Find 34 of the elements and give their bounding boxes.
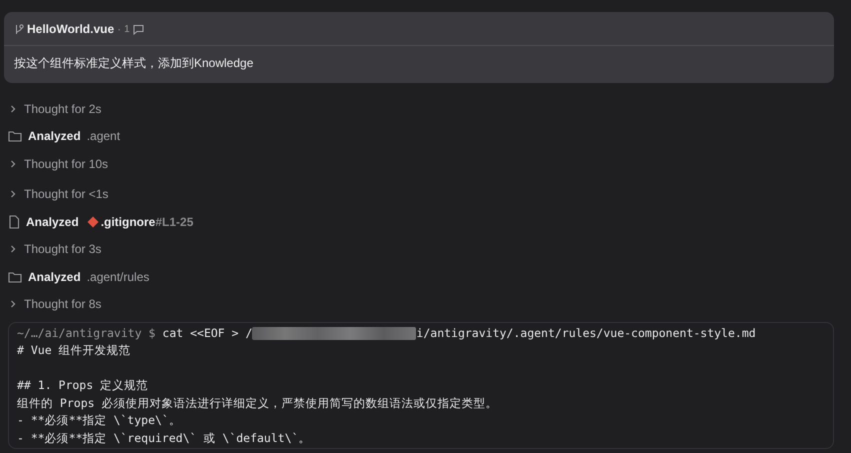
- analyzed-label: Analyzed: [26, 214, 79, 229]
- terminal-line: - **必须**指定 \`required\` 或 \`default\`。: [17, 430, 312, 446]
- file-path[interactable]: .agent: [86, 129, 120, 144]
- file-path[interactable]: .agent/rules: [86, 270, 150, 284]
- chevron-right-icon: [8, 189, 18, 200]
- file-name: HelloWorld.vue: [27, 22, 114, 36]
- chevron-right-icon: [8, 104, 18, 114]
- folder-icon: [8, 130, 22, 142]
- terminal-line: # Vue 组件开发规范: [17, 342, 132, 359]
- git-icon: [86, 216, 99, 228]
- analyzed-label: Analyzed: [28, 270, 81, 284]
- branch-icon: [14, 24, 24, 34]
- terminal-prompt: ~/…/ai/antigravity $: [17, 326, 156, 340]
- separator-dot: ·: [117, 22, 122, 36]
- thought-toggle[interactable]: Thought for 8s: [24, 297, 102, 312]
- comment-icon: [132, 24, 144, 34]
- command-text: i/antigravity/.agent/rules/vue-component-style.md: [416, 326, 756, 340]
- folder-icon: [8, 270, 22, 283]
- terminal-line: - **必须**指定 \`type\`。: [17, 412, 182, 429]
- analyzed-label: Analyzed: [28, 129, 81, 144]
- file-icon: [8, 214, 20, 229]
- thought-toggle[interactable]: Thought for 10s: [24, 156, 108, 171]
- chevron-right-icon: [8, 244, 18, 254]
- message-text: 按这个组件标准定义样式，添加到Knowledge: [13, 55, 254, 72]
- thought-toggle[interactable]: Thought for 2s: [24, 102, 102, 116]
- thought-toggle[interactable]: Thought for <1s: [24, 187, 108, 202]
- terminal-line: 组件的 Props 必须使用对象语法进行详细定义，严禁使用简写的数组语法或仅指定类型。: [17, 394, 498, 412]
- terminal-line: ## 1. Props 定义规范: [17, 377, 150, 394]
- file-path[interactable]: .gitignore#L1-25: [100, 214, 194, 229]
- comment-count: 1: [124, 24, 130, 34]
- thought-toggle[interactable]: Thought for 3s: [24, 242, 102, 256]
- chevron-right-icon: [8, 158, 18, 169]
- command-text: cat <<EOF > /: [162, 326, 252, 340]
- chevron-right-icon: [8, 299, 18, 310]
